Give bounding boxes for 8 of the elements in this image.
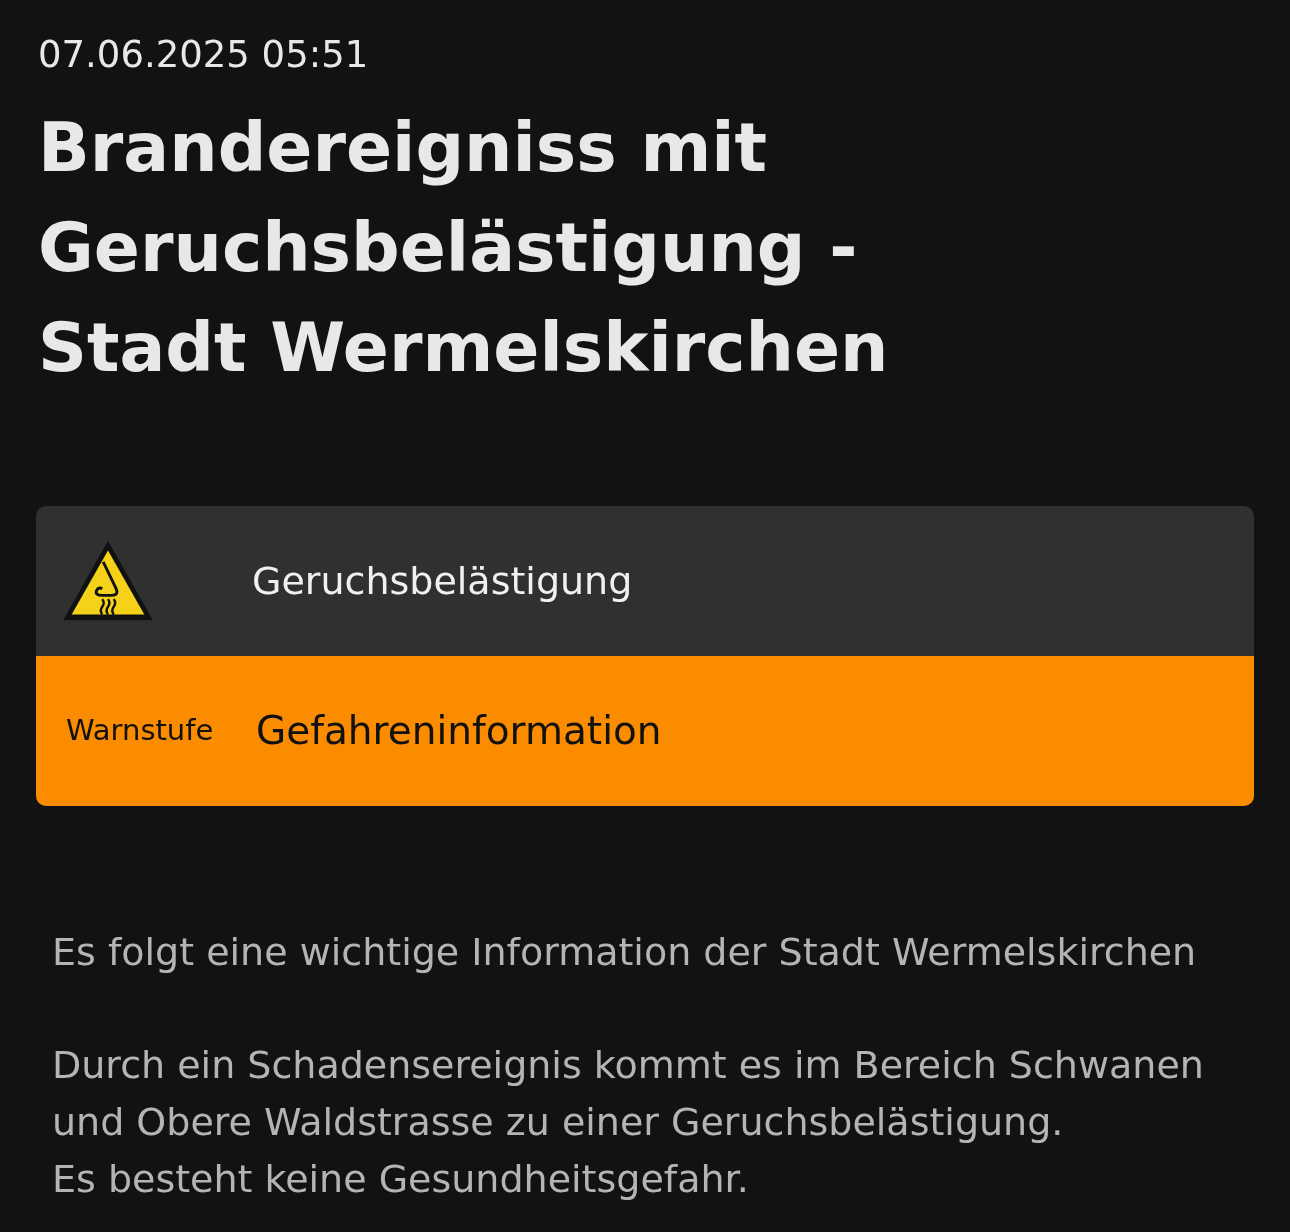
warning-level-label: Warnstufe [66,712,215,750]
event-label: Geruchsbelästigung [252,557,633,605]
message-text: Durch ein Schadensereignis kommt es im Bereich Schwanen und Obere Waldstrasse zu einer Geruchsbelästigung. [52,1042,1205,1146]
alert-title: Brandereigniss mit Geruchsbelästigung - Stadt Wermelskirchen [38,107,890,389]
warning-level-value: Gefahreninformation [256,706,662,755]
date-time: 07.06.2025 05:51 [38,32,369,78]
message-text: Es besteht keine Gesundheitsgefahr. [52,1156,750,1203]
message-text: Es folgt eine wichtige Information der Stadt Wermelskirchen [52,929,1198,976]
